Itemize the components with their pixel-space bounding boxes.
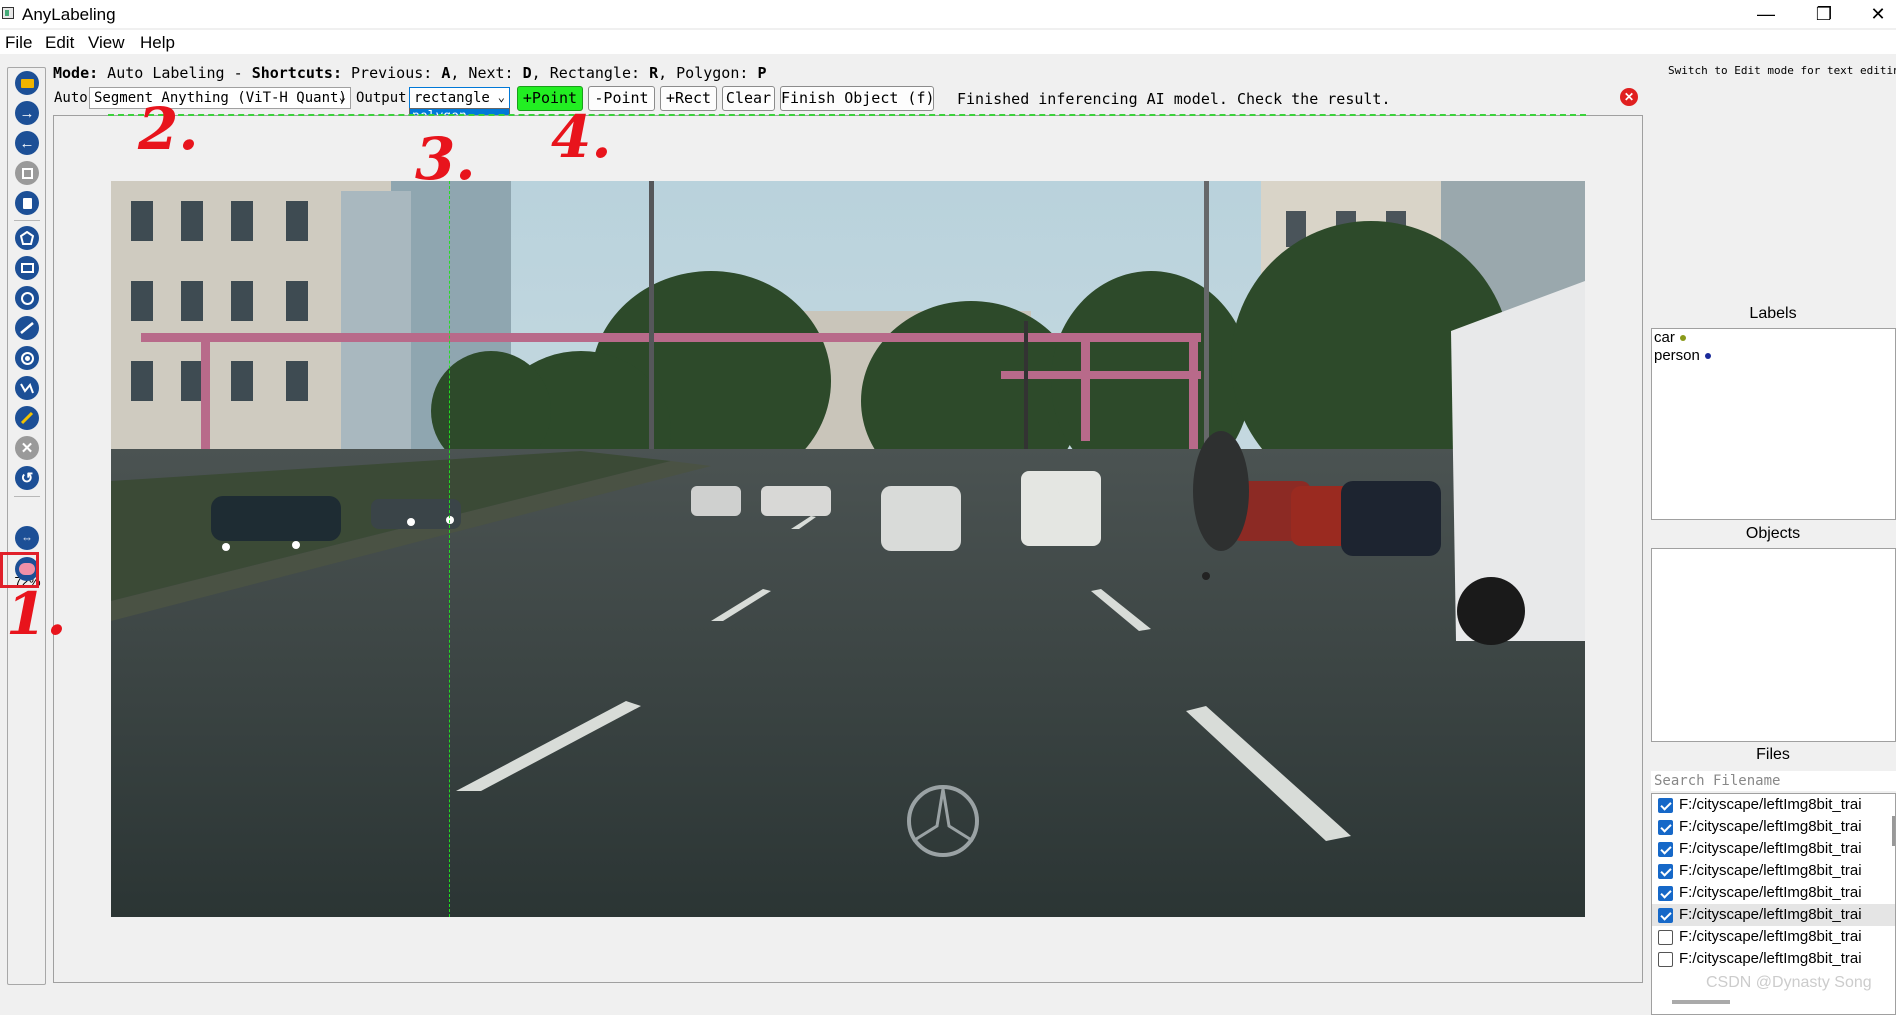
- open-folder-button[interactable]: [13, 69, 41, 97]
- objects-list[interactable]: [1651, 548, 1896, 742]
- create-line-icon: [15, 316, 39, 340]
- street-scene-illustration: [111, 181, 1585, 917]
- menu-file[interactable]: File: [5, 33, 32, 53]
- right-dock-panel: Labels car person Objects Files Search F…: [1650, 54, 1896, 1015]
- toolbar-separator: [14, 220, 40, 221]
- edit-mode-button[interactable]: [13, 404, 41, 432]
- close-ai-panel-icon[interactable]: ✕: [1620, 88, 1638, 106]
- close-window-button[interactable]: ✕: [1860, 2, 1896, 26]
- file-row[interactable]: F:/cityscape/leftImg8bit_trai: [1652, 926, 1895, 948]
- delete-file-button[interactable]: [13, 189, 41, 217]
- file-checkbox[interactable]: [1658, 886, 1673, 901]
- annotation-step-3: 3.: [415, 125, 476, 193]
- street-scene-image[interactable]: [111, 181, 1585, 917]
- file-checkbox[interactable]: [1658, 930, 1673, 945]
- create-circle-button[interactable]: [13, 284, 41, 312]
- files-title: Files: [1756, 746, 1790, 763]
- file-row[interactable]: F:/cityscape/leftImg8bit_trai: [1652, 904, 1895, 926]
- finish-object-button[interactable]: Finish Object (f): [780, 86, 935, 111]
- horizontal-scrollbar[interactable]: [1672, 1000, 1730, 1004]
- label-item-person[interactable]: person: [1652, 347, 1895, 365]
- save-button[interactable]: [13, 159, 41, 187]
- annotation-step-2: 2.: [138, 95, 199, 163]
- file-checkbox[interactable]: [1658, 908, 1673, 923]
- file-row[interactable]: F:/cityscape/leftImg8bit_trai: [1652, 794, 1895, 816]
- auto-label: Auto: [54, 90, 88, 106]
- minimize-button[interactable]: —: [1744, 2, 1788, 26]
- file-checkbox[interactable]: [1658, 952, 1673, 967]
- file-checkbox[interactable]: [1658, 842, 1673, 857]
- file-row[interactable]: F:/cityscape/leftImg8bit_trai: [1652, 882, 1895, 904]
- menu-edit[interactable]: Edit: [45, 33, 74, 53]
- file-row[interactable]: F:/cityscape/leftImg8bit_trai: [1652, 860, 1895, 882]
- prev-image-icon: ←: [15, 131, 39, 155]
- menu-bar: File Edit View Help: [0, 30, 1896, 54]
- create-point-icon: [15, 346, 39, 370]
- chevron-down-icon: ⌄: [338, 90, 346, 104]
- delete-icon: [15, 191, 39, 215]
- clear-button[interactable]: Clear: [722, 86, 775, 111]
- menu-help[interactable]: Help: [140, 33, 175, 53]
- app-icon: [2, 7, 14, 19]
- annotation-step-1: 1.: [6, 580, 67, 648]
- file-checkbox[interactable]: [1658, 820, 1673, 835]
- undo-button[interactable]: ↺: [13, 464, 41, 492]
- open-folder-icon: [15, 71, 39, 95]
- save-icon: [15, 161, 39, 185]
- annotation-step-4: 4.: [551, 103, 612, 171]
- delete-shape-button[interactable]: ✕: [13, 434, 41, 462]
- ai-status-message: Finished inferencing AI model. Check the…: [957, 90, 1391, 108]
- file-checkbox[interactable]: [1658, 798, 1673, 813]
- output-label: Output: [356, 90, 407, 106]
- window-title: AnyLabeling: [22, 5, 116, 24]
- toolbar-separator: [14, 496, 40, 497]
- output-select[interactable]: rectangle ⌄: [409, 87, 510, 109]
- edit-icon: [15, 406, 39, 430]
- create-line-button[interactable]: [13, 314, 41, 342]
- prev-image-button[interactable]: ←: [13, 129, 41, 157]
- create-rectangle-icon: [15, 256, 39, 280]
- label-color-dot: [1679, 335, 1686, 342]
- vertical-scrollbar[interactable]: [1892, 816, 1895, 846]
- fit-width-button[interactable]: ⇔: [13, 524, 41, 552]
- label-item-car[interactable]: car: [1652, 329, 1895, 347]
- undo-icon: ↺: [15, 466, 39, 490]
- file-row[interactable]: F:/cityscape/leftImg8bit_trai: [1652, 838, 1895, 860]
- file-checkbox[interactable]: [1658, 864, 1673, 879]
- left-toolbar: → ← ✕ ↺ 72% ⇔: [7, 67, 46, 985]
- create-polygon-button[interactable]: [13, 224, 41, 252]
- mode-info-line: Mode: Auto Labeling - Shortcuts: Previou…: [53, 64, 767, 82]
- auto-labeling-toolbar: Auto Segment Anything (ViT-H Quant) ⌄ Out…: [53, 86, 1653, 112]
- create-linestrip-icon: [15, 376, 39, 400]
- file-row[interactable]: F:/cityscape/leftImg8bit_trai: [1652, 948, 1895, 970]
- create-circle-icon: [15, 286, 39, 310]
- maximize-button[interactable]: ❐: [1802, 2, 1846, 26]
- create-point-button[interactable]: [13, 344, 41, 372]
- labels-list[interactable]: car person: [1651, 328, 1896, 520]
- add-rect-button[interactable]: +Rect: [660, 86, 717, 111]
- next-image-button[interactable]: →: [13, 99, 41, 127]
- watermark: CSDN @Dynasty Song: [1706, 974, 1872, 991]
- cursor-guide-line: [449, 181, 450, 917]
- labels-title: Labels: [1749, 305, 1797, 322]
- next-image-icon: →: [15, 101, 39, 125]
- label-color-dot: [1704, 353, 1711, 360]
- title-bar: AnyLabeling — ❐ ✕: [0, 0, 1896, 28]
- model-select[interactable]: Segment Anything (ViT-H Quant) ⌄: [89, 87, 351, 109]
- chevron-down-icon: ⌄: [497, 90, 505, 104]
- objects-title: Objects: [1745, 525, 1801, 542]
- create-linestrip-button[interactable]: [13, 374, 41, 402]
- create-polygon-icon: [15, 226, 39, 250]
- create-rectangle-button[interactable]: [13, 254, 41, 282]
- delete-shape-icon: ✕: [15, 436, 39, 460]
- menu-view[interactable]: View: [88, 33, 125, 53]
- file-search-input[interactable]: Search Filename: [1651, 771, 1896, 791]
- fit-width-icon: ⇔: [15, 526, 39, 550]
- progress-indicator: [108, 114, 1586, 116]
- file-row[interactable]: F:/cityscape/leftImg8bit_trai: [1652, 816, 1895, 838]
